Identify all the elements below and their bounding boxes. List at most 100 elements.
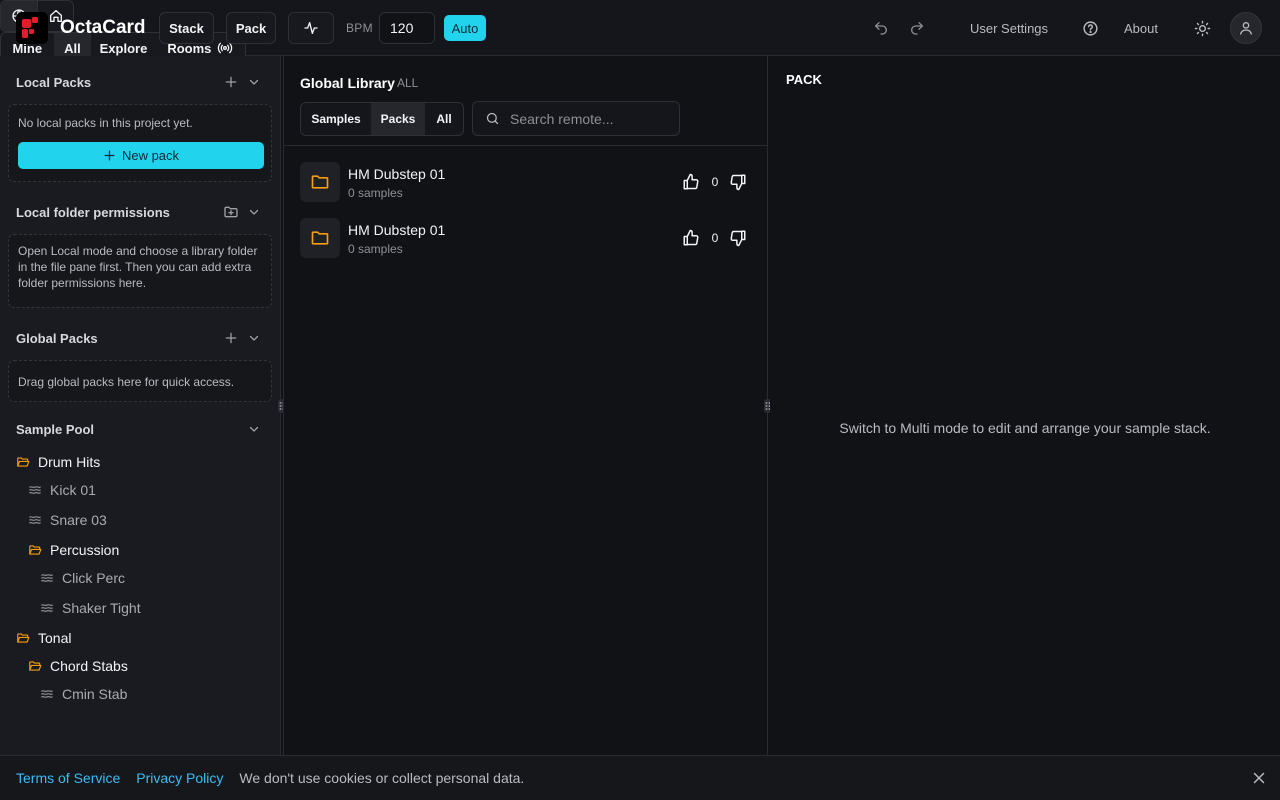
pack-row[interactable]: HM Dubstep 01 0 samples 0 — [300, 162, 750, 202]
pack-thumb — [300, 162, 340, 202]
thumbs-up-icon — [683, 173, 699, 190]
downvote-button[interactable] — [729, 229, 747, 247]
folder-permissions-help: Open Local mode and choose a library fol… — [18, 244, 258, 290]
vote-count: 0 — [711, 175, 719, 189]
tab-all-types[interactable]: All — [425, 103, 463, 135]
chevron-down-icon — [249, 335, 259, 341]
upvote-button[interactable] — [682, 173, 700, 191]
pack-thumb — [300, 218, 340, 258]
bpm-label: BPM — [346, 21, 373, 35]
collapse-local-packs-button[interactable] — [244, 72, 264, 92]
tree-sample-label: Cmin Stab — [62, 686, 128, 702]
tree-folder[interactable]: Percussion — [28, 540, 119, 560]
remote-search[interactable] — [472, 101, 680, 136]
thumbs-up-icon — [683, 229, 699, 246]
undo-button[interactable] — [865, 12, 897, 44]
plus-icon — [225, 332, 237, 344]
pack-empty-message: Switch to Multi mode to edit and arrange… — [839, 420, 1211, 436]
folder-open-icon — [29, 545, 42, 555]
vote-count: 0 — [711, 231, 719, 245]
global-packs-help: Drag global packs here for quick access. — [18, 375, 235, 389]
folder-permissions-box: Open Local mode and choose a library fol… — [8, 234, 272, 308]
library-type-tabs: Samples Packs All — [300, 102, 464, 136]
tree-folder[interactable]: Chord Stabs — [28, 656, 128, 676]
upvote-button[interactable] — [682, 229, 700, 247]
about-link[interactable]: About — [1124, 12, 1158, 44]
pack-button[interactable]: Pack — [226, 12, 276, 44]
sample-pool-header: Sample Pool — [16, 419, 264, 439]
chevron-down-icon — [249, 426, 259, 432]
library-title: Global Library — [300, 75, 395, 91]
tree-sample[interactable]: Kick 01 — [28, 480, 96, 500]
folder-plus-icon — [224, 206, 238, 218]
user-settings-link[interactable]: User Settings — [970, 12, 1048, 44]
folder-icon — [311, 175, 329, 189]
user-icon — [1240, 22, 1252, 35]
tree-folder[interactable]: Drum Hits — [16, 452, 100, 472]
redo-icon — [911, 22, 923, 35]
tab-packs[interactable]: Packs — [371, 103, 425, 135]
section-title: Sample Pool — [16, 421, 95, 437]
tab-samples[interactable]: Samples — [301, 103, 371, 135]
folder-permissions-header: Local folder permissions — [16, 202, 264, 222]
tree-sample-label: Snare 03 — [50, 512, 107, 528]
local-packs-header: Local Packs — [16, 72, 264, 92]
thumbs-down-icon — [730, 174, 746, 191]
stack-button[interactable]: Stack — [159, 12, 214, 44]
octacard-logo[interactable] — [16, 12, 48, 44]
activity-button[interactable] — [288, 12, 334, 44]
thumbs-down-icon — [730, 230, 746, 247]
global-packs-dropzone[interactable]: Drag global packs here for quick access. — [8, 360, 272, 402]
tree-folder-label: Chord Stabs — [50, 658, 128, 674]
sun-icon — [1194, 20, 1210, 36]
pack-sample-count: 0 samples — [348, 186, 403, 200]
add-folder-permission-button[interactable] — [221, 202, 241, 222]
plus-icon — [225, 76, 237, 88]
downvote-button[interactable] — [729, 173, 747, 191]
pack-panel-title: PACK — [786, 72, 822, 87]
new-pack-button[interactable]: New pack — [18, 142, 264, 169]
section-title: Local folder permissions — [16, 204, 170, 220]
tree-sample[interactable]: Shaker Tight — [40, 598, 141, 618]
add-global-pack-button[interactable] — [221, 328, 241, 348]
library-scope: ALL — [397, 76, 419, 90]
chevron-down-icon — [249, 209, 259, 215]
terms-link[interactable]: Terms of Service — [16, 770, 120, 786]
theme-toggle[interactable] — [1186, 12, 1218, 44]
tree-sample[interactable]: Snare 03 — [28, 510, 107, 530]
pack-row[interactable]: HM Dubstep 01 0 samples 0 — [300, 218, 750, 258]
tree-folder[interactable]: Tonal — [16, 628, 71, 648]
top-bar: OctaCard Stack Pack BPM 120 Auto Mine Al… — [0, 0, 1280, 64]
app-name: OctaCard — [60, 17, 146, 38]
global-packs-header: Global Packs — [16, 328, 264, 348]
redo-button[interactable] — [901, 12, 933, 44]
search-input[interactable] — [510, 110, 670, 127]
dismiss-footer-button[interactable] — [1250, 769, 1268, 787]
tree-sample[interactable]: Cmin Stab — [40, 684, 127, 704]
tree-folder-label: Percussion — [50, 542, 120, 558]
waveform-icon — [29, 486, 41, 494]
collapse-global-packs-button[interactable] — [244, 328, 264, 348]
global-library-panel: Global Library ALL Samples Packs All HM … — [283, 56, 768, 755]
bpm-input[interactable]: 120 — [379, 12, 435, 44]
user-avatar[interactable] — [1230, 12, 1262, 44]
auto-bpm-button[interactable]: Auto — [444, 15, 486, 41]
privacy-note: We don't use cookies or collect personal… — [239, 770, 525, 786]
tree-sample[interactable]: Click Perc — [40, 568, 125, 588]
cookie-footer: Terms of Service Privacy Policy We don't… — [0, 755, 1280, 800]
privacy-link[interactable]: Privacy Policy — [136, 770, 223, 786]
help-circle-icon — [1082, 20, 1098, 36]
folder-open-icon — [17, 457, 30, 467]
search-icon — [486, 112, 499, 125]
waveform-icon — [41, 690, 53, 698]
collapse-sample-pool-button[interactable] — [244, 419, 264, 439]
collapse-folder-permissions-button[interactable] — [244, 202, 264, 222]
local-packs-box: No local packs in this project yet. New … — [8, 104, 272, 182]
add-local-pack-button[interactable] — [221, 72, 241, 92]
pack-name: HM Dubstep 01 — [348, 166, 446, 182]
pack-name: HM Dubstep 01 — [348, 222, 446, 238]
help-button[interactable] — [1074, 12, 1106, 44]
plus-icon — [104, 150, 115, 161]
sidebar: Local Packs No local packs in this proje… — [0, 56, 281, 755]
folder-open-icon — [29, 661, 42, 671]
